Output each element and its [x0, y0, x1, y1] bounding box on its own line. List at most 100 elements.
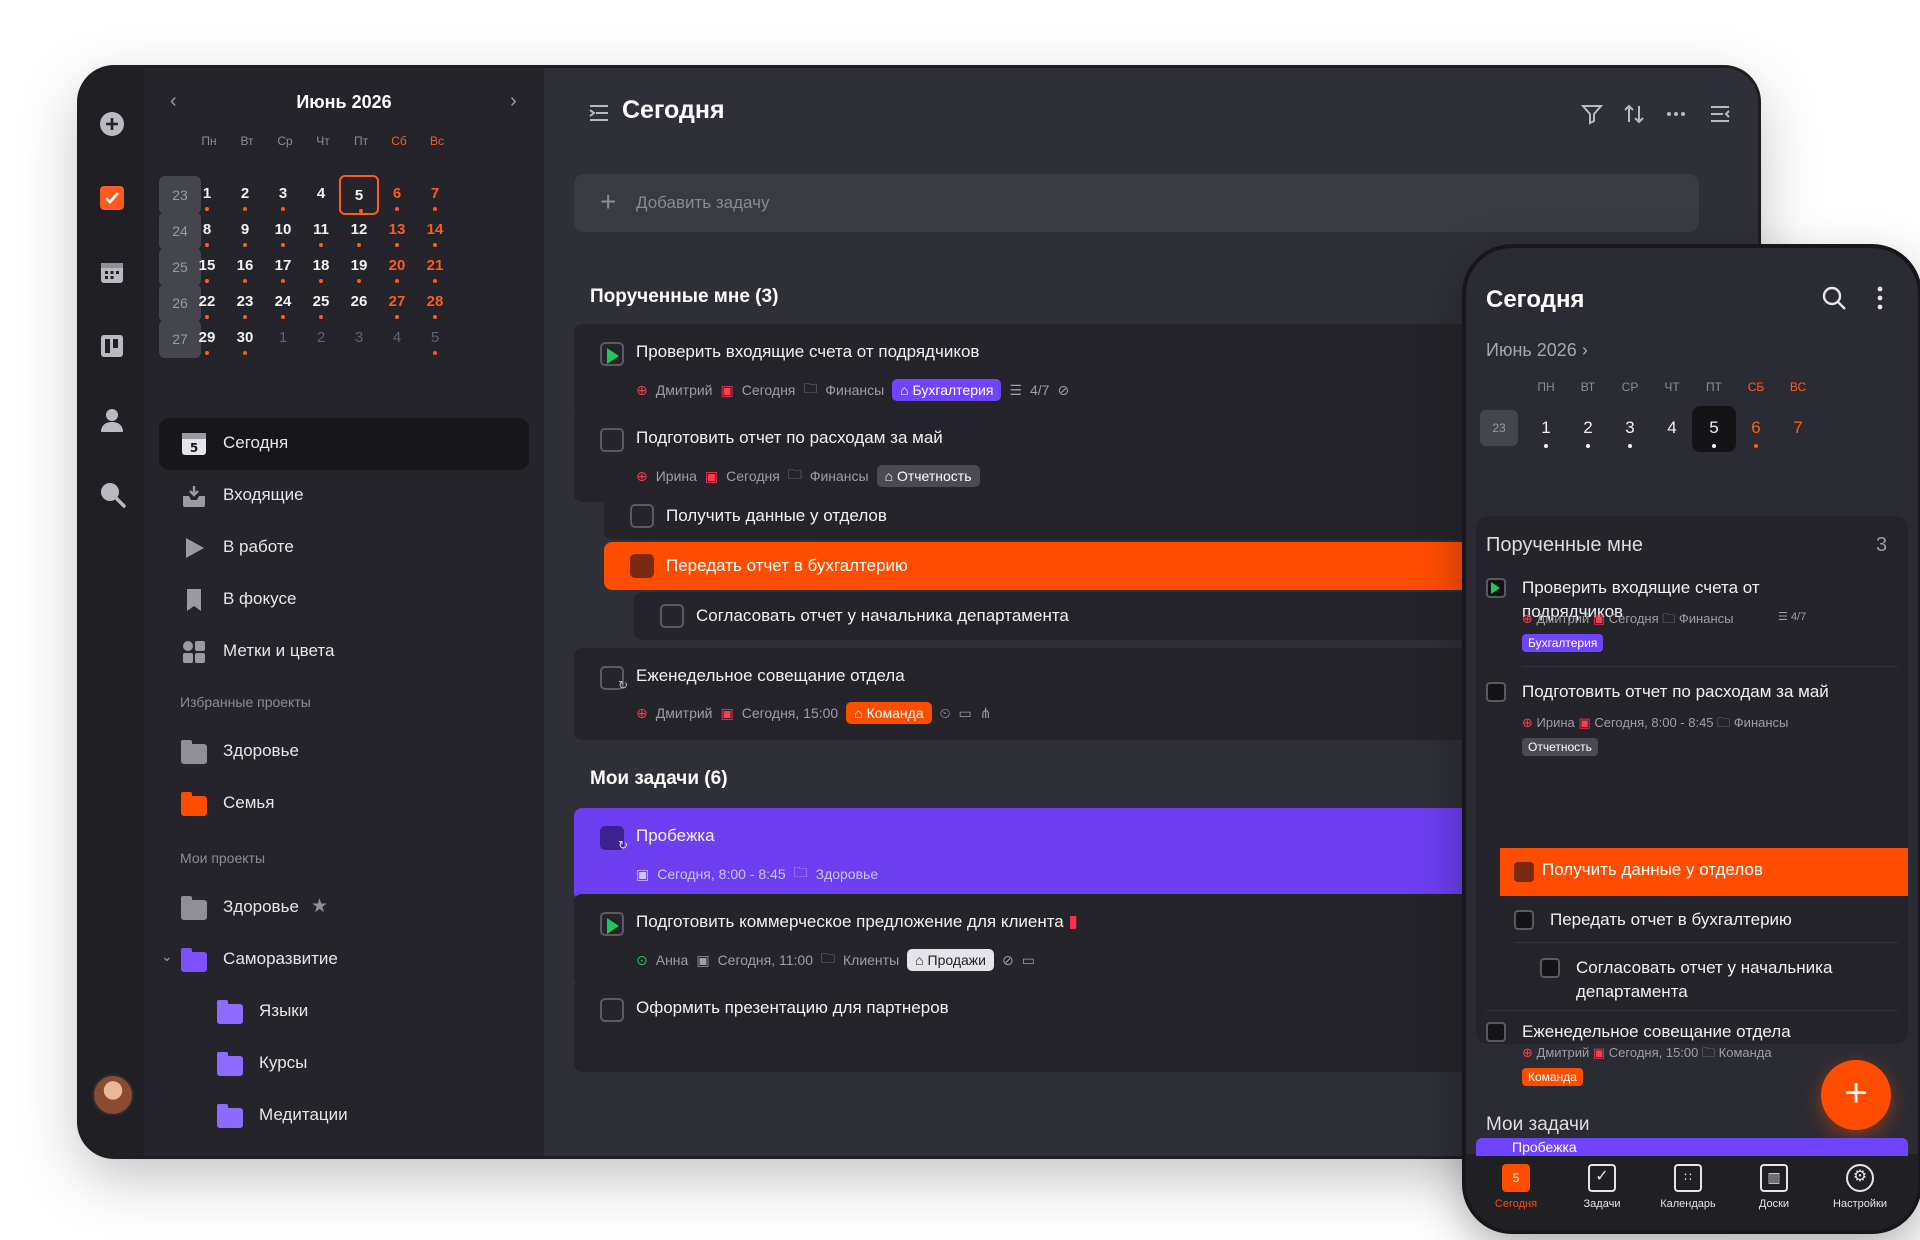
sidebar-item-inbox[interactable]: Входящие: [159, 470, 529, 522]
calendar-day[interactable]: 24: [263, 283, 303, 323]
task-checkbox[interactable]: [1540, 958, 1560, 978]
search-icon[interactable]: [1820, 284, 1848, 312]
calendar-day[interactable]: 1: [263, 319, 303, 359]
calendar-day[interactable]: 12: [339, 211, 379, 251]
user-icon[interactable]: [98, 406, 126, 434]
calendar-day[interactable]: 21: [415, 247, 455, 287]
calendar-day[interactable]: 17: [263, 247, 303, 287]
calendar-day[interactable]: 6: [377, 175, 417, 215]
project-courses[interactable]: Курсы: [159, 1038, 529, 1090]
calendar-day[interactable]: 6: [1734, 406, 1778, 452]
calendar-day[interactable]: 3: [339, 319, 379, 359]
calendar-day[interactable]: 29: [187, 319, 227, 359]
calendar-day[interactable]: 4: [1650, 406, 1694, 452]
tag[interactable]: ⌂ Продажи: [907, 949, 994, 971]
calendar-day[interactable]: 8: [187, 211, 227, 251]
project-meditation[interactable]: Медитации: [159, 1090, 529, 1142]
panel-toggle-icon[interactable]: [1708, 102, 1732, 126]
tag[interactable]: ⌂ Бухгалтерия: [892, 379, 1002, 401]
phone-task-row[interactable]: Еженедельное совещание отдела: [1486, 1020, 1898, 1044]
task-checkbox[interactable]: [1514, 910, 1534, 930]
board-icon[interactable]: [98, 332, 126, 360]
tab-tasks[interactable]: ✓ Задачи: [1562, 1164, 1642, 1210]
calendar-day[interactable]: 2: [301, 319, 341, 359]
calendar-day[interactable]: 14: [415, 211, 455, 251]
phone-task-row[interactable]: Проверить входящие счета от подрядчиков …: [1486, 576, 1898, 660]
calendar-day[interactable]: 5: [1692, 406, 1736, 452]
calendar-day[interactable]: 4: [377, 319, 417, 359]
add-task-fab[interactable]: +: [1821, 1060, 1891, 1130]
calendar-day[interactable]: 1: [1524, 406, 1568, 452]
calendar-day[interactable]: 2: [225, 175, 265, 215]
calendar-day[interactable]: 23: [225, 283, 265, 323]
calendar-day[interactable]: 13: [377, 211, 417, 251]
project-family-fav[interactable]: Семья: [159, 778, 529, 830]
star-icon[interactable]: ★: [311, 895, 328, 918]
calendar-day[interactable]: 3: [1608, 406, 1652, 452]
tab-boards[interactable]: ▥ Доски: [1734, 1164, 1814, 1210]
project-health[interactable]: Здоровье ★: [159, 882, 529, 934]
calendar-day[interactable]: 25: [301, 283, 341, 323]
calendar-day[interactable]: 9: [225, 211, 265, 251]
search-icon[interactable]: [98, 480, 126, 508]
calendar-day[interactable]: 27: [377, 283, 417, 323]
add-task-input[interactable]: + Добавить задачу: [574, 174, 1699, 232]
calendar-day[interactable]: 30: [225, 319, 265, 359]
sort-icon[interactable]: [1622, 102, 1646, 126]
more-vertical-icon[interactable]: [1870, 284, 1890, 312]
calendar-day[interactable]: 20: [377, 247, 417, 287]
project-languages[interactable]: Языки: [159, 986, 529, 1038]
calendar-day[interactable]: 15: [187, 247, 227, 287]
task-checkbox[interactable]: [630, 554, 654, 578]
calendar-day[interactable]: 19: [339, 247, 379, 287]
phone-task-row[interactable]: Подготовить отчет по расходам за май ⊕ И…: [1486, 680, 1898, 764]
task-checkbox[interactable]: [630, 504, 654, 528]
calendar-day[interactable]: 7: [1776, 406, 1820, 452]
sidebar-item-labels[interactable]: Метки и цвета: [159, 626, 529, 678]
calendar-icon[interactable]: [98, 258, 126, 286]
calendar-day[interactable]: 5: [415, 319, 455, 359]
menu-icon[interactable]: [588, 102, 610, 124]
calendar-day[interactable]: 28: [415, 283, 455, 323]
task-checkbox[interactable]: [600, 998, 624, 1022]
calendar-day[interactable]: 16: [225, 247, 265, 287]
phone-subtask-row[interactable]: Согласовать отчет у начальника департаме…: [1540, 956, 1896, 1008]
calendar-day[interactable]: 11: [301, 211, 341, 251]
calendar-day[interactable]: 7: [415, 175, 455, 215]
project-health-fav[interactable]: Здоровье: [159, 726, 529, 778]
phone-month[interactable]: Июнь 2026 ›: [1486, 340, 1588, 361]
calendar-day[interactable]: 5: [339, 175, 379, 215]
sidebar-item-focus[interactable]: В фокусе: [159, 574, 529, 626]
tag[interactable]: ⌂ Команда: [846, 702, 932, 724]
tag[interactable]: Бухгалтерия: [1522, 634, 1604, 652]
task-checkbox[interactable]: [1486, 1022, 1506, 1042]
tag[interactable]: Отчетность: [1522, 738, 1598, 756]
sidebar-item-today[interactable]: 5 Сегодня: [159, 418, 529, 470]
sidebar-item-in-progress[interactable]: В работе: [159, 522, 529, 574]
more-icon[interactable]: [1664, 102, 1688, 126]
avatar[interactable]: [92, 1074, 134, 1116]
calendar-day[interactable]: 1: [187, 175, 227, 215]
task-checkbox[interactable]: [1486, 682, 1506, 702]
task-checkbox[interactable]: [1514, 862, 1534, 882]
calendar-day[interactable]: 4: [301, 175, 341, 215]
tab-settings[interactable]: ⚙ Настройки: [1820, 1164, 1900, 1210]
task-checkbox[interactable]: [600, 428, 624, 452]
add-circle-icon[interactable]: [98, 110, 126, 138]
next-month-icon[interactable]: ›: [510, 90, 517, 113]
chevron-down-icon[interactable]: ⌄: [161, 948, 173, 965]
calendar-day[interactable]: 18: [301, 247, 341, 287]
tab-calendar[interactable]: ∷ Календарь: [1648, 1164, 1728, 1210]
phone-subtask-selected[interactable]: Получить данные у отделов: [1500, 848, 1908, 896]
tab-today[interactable]: 5 Сегодня: [1476, 1164, 1556, 1210]
task-checkbox[interactable]: [660, 604, 684, 628]
calendar-day[interactable]: 26: [339, 283, 379, 323]
tag[interactable]: Команда: [1522, 1068, 1583, 1086]
project-self-development[interactable]: ⌄ Саморазвитие: [159, 934, 529, 986]
calendar-day[interactable]: 22: [187, 283, 227, 323]
task-check-icon[interactable]: [98, 184, 126, 212]
filter-icon[interactable]: [1580, 102, 1604, 126]
calendar-day[interactable]: 3: [263, 175, 303, 215]
phone-task-row-peek[interactable]: Пробежка: [1476, 1138, 1908, 1156]
calendar-day[interactable]: 10: [263, 211, 303, 251]
